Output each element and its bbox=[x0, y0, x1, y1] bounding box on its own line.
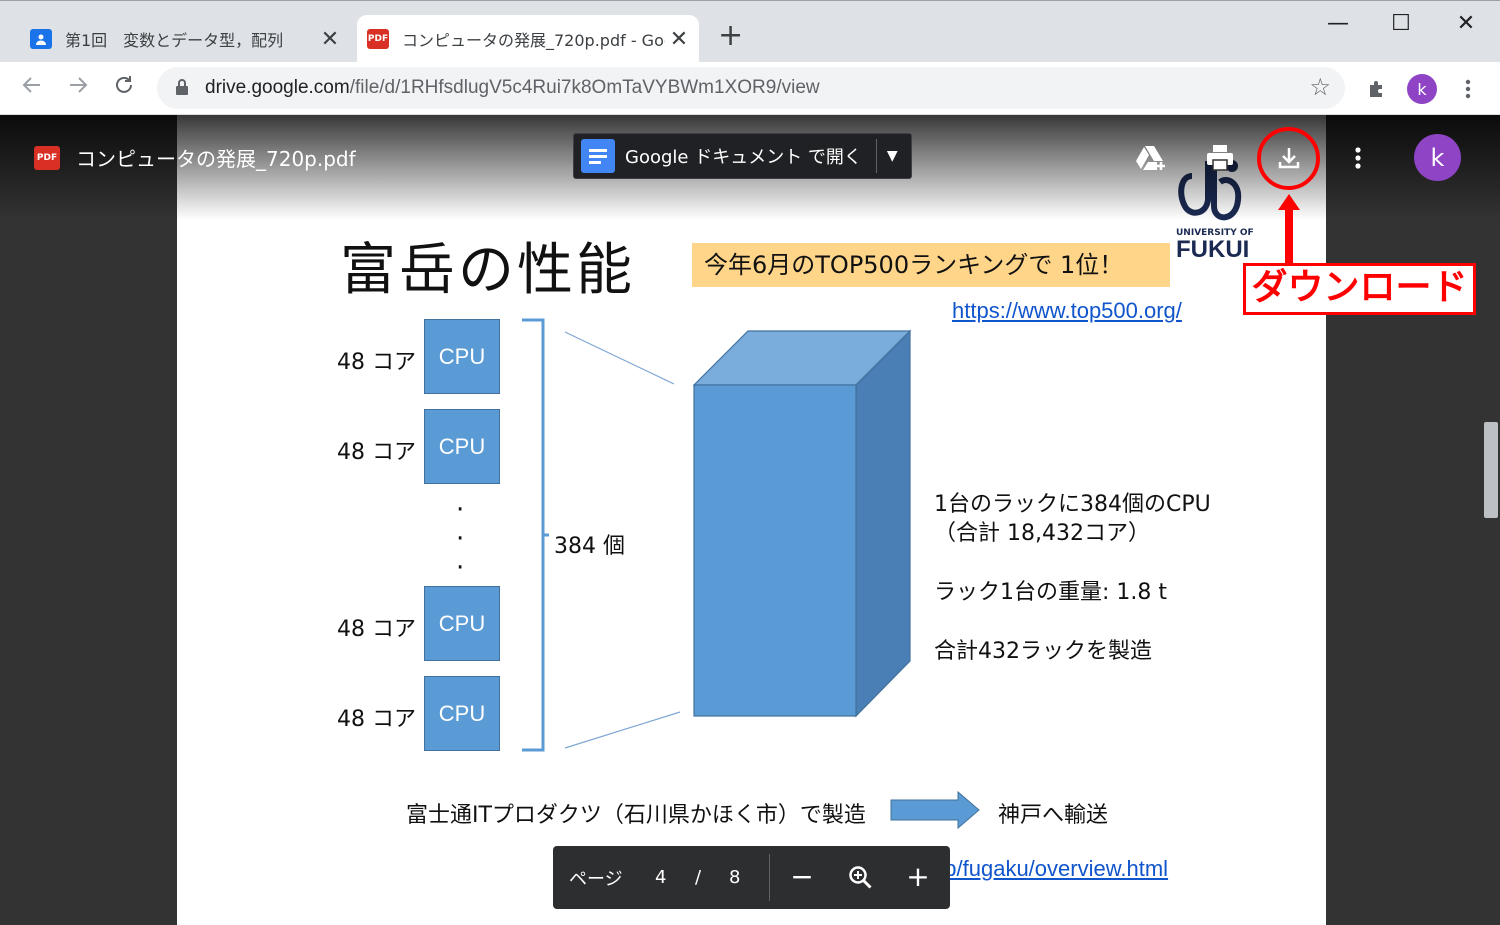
transport-arrow bbox=[890, 790, 980, 830]
magnifier-icon bbox=[849, 866, 872, 889]
annotation-circle bbox=[1257, 127, 1320, 190]
bracket bbox=[522, 318, 545, 752]
top500-link[interactable]: https://www.top500.org/ bbox=[952, 298, 1182, 324]
more-vert-icon bbox=[1355, 147, 1361, 169]
spec-total-cores: （合計 18,432コア） bbox=[934, 521, 1150, 546]
core-label: 48 コア bbox=[337, 350, 416, 375]
destination-text: 神戸へ輸送 bbox=[998, 803, 1109, 828]
cpu-box: CPU bbox=[424, 586, 500, 661]
rack-front-face bbox=[693, 384, 857, 717]
scrollbar-thumb[interactable] bbox=[1484, 422, 1498, 518]
rack-side-face bbox=[855, 329, 911, 718]
manufacture-text: 富士通ITプロダクツ（石川県かほく市）で製造 bbox=[406, 803, 866, 828]
add-to-drive-button[interactable] bbox=[1133, 140, 1169, 176]
file-name: コンピュータの発展_720p.pdf bbox=[76, 147, 356, 171]
cpu-box: CPU bbox=[424, 319, 500, 394]
ellipsis-dots: · · · bbox=[456, 495, 465, 583]
google-docs-icon bbox=[581, 139, 615, 173]
connector-line-top bbox=[564, 331, 675, 385]
spec-rack-total: 合計432ラックを製造 bbox=[934, 639, 1152, 664]
add-to-drive-icon bbox=[1136, 146, 1165, 170]
spec-rack-weight: ラック1台の重量: 1.8 t bbox=[934, 580, 1168, 605]
annotation-label: ダウンロード bbox=[1243, 263, 1476, 315]
zoom-in-button[interactable]: + bbox=[901, 860, 935, 894]
divider bbox=[875, 139, 877, 173]
print-button[interactable] bbox=[1202, 140, 1238, 176]
open-with-label: Google ドキュメント で開く bbox=[625, 147, 862, 168]
viewer-avatar[interactable]: k bbox=[1414, 134, 1461, 181]
cpu-box: CPU bbox=[424, 676, 500, 751]
viewer-more-button[interactable] bbox=[1340, 140, 1376, 176]
page-controls: ページ 4 / 8 − + bbox=[553, 846, 950, 909]
connector-line-bottom bbox=[564, 711, 681, 749]
divider bbox=[769, 854, 770, 901]
open-with-docs-button[interactable]: Google ドキュメント で開く ▼ bbox=[573, 133, 912, 179]
zoom-out-button[interactable]: − bbox=[785, 860, 819, 894]
top500-highlight: 今年6月のTOP500ランキングで 1位！ bbox=[692, 243, 1170, 287]
core-label: 48 コア bbox=[337, 440, 416, 465]
logo-line2: FUKUI bbox=[1176, 236, 1250, 263]
pdf-file-icon: PDF bbox=[34, 145, 60, 170]
print-icon bbox=[1207, 145, 1233, 171]
page-current[interactable]: 4 bbox=[655, 867, 666, 888]
spec-cpus-per-rack: 1台のラックに384個のCPU bbox=[934, 492, 1211, 517]
core-label: 48 コア bbox=[337, 707, 416, 732]
slide-title: 富岳の性能 bbox=[340, 238, 635, 303]
annotation-arrow bbox=[1278, 194, 1300, 263]
zoom-reset-button[interactable] bbox=[843, 860, 877, 894]
core-label: 48 コア bbox=[337, 617, 416, 642]
cpu-box: CPU bbox=[424, 409, 500, 484]
page-total: 8 bbox=[729, 867, 741, 888]
chevron-down-icon[interactable]: ▼ bbox=[887, 148, 898, 164]
page-label: ページ bbox=[569, 868, 623, 890]
page-separator: / bbox=[695, 867, 702, 888]
cpu-count: 384 個 bbox=[554, 534, 625, 559]
viewer-file-title: PDF コンピュータの発展_720p.pdf bbox=[34, 143, 356, 172]
